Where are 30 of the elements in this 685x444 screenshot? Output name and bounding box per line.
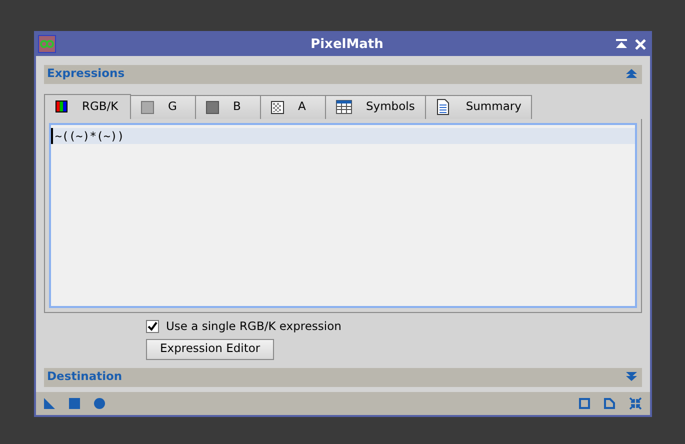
app-icon — [38, 35, 56, 54]
section-title: Destination — [47, 368, 122, 386]
circle-icon[interactable] — [94, 398, 105, 409]
table-icon — [336, 100, 352, 114]
swatch-icon — [206, 100, 219, 114]
triangle-icon[interactable] — [44, 398, 55, 409]
collapse-icon[interactable] — [629, 396, 642, 410]
window-title: PixelMath — [310, 36, 384, 54]
square-outline-icon[interactable] — [579, 398, 590, 409]
expression-editor-button[interactable]: Expression Editor — [146, 338, 274, 360]
rgb-swatch-icon — [55, 100, 68, 114]
checkerboard-icon — [271, 100, 284, 114]
swatch-icon — [141, 100, 154, 114]
tab[interactable]: Symbols — [326, 94, 426, 120]
close-icon[interactable] — [635, 38, 646, 50]
shade-icon[interactable] — [616, 39, 627, 50]
square-icon[interactable] — [69, 398, 80, 409]
tab[interactable]: Summary — [426, 94, 532, 120]
document-icon[interactable] — [604, 398, 615, 409]
checkbox[interactable] — [146, 320, 159, 334]
section-title: Expressions — [47, 65, 125, 82]
checkbox-label: Use a single RGB/K expression — [166, 318, 342, 335]
expand-arrows-icon[interactable] — [626, 372, 637, 382]
tab[interactable]: RGB/K — [44, 94, 131, 119]
document-icon — [436, 99, 452, 116]
code-editor[interactable]: ~((~)*(~)) — [49, 122, 637, 308]
tab[interactable]: B — [196, 94, 261, 120]
tab[interactable]: G — [131, 94, 196, 120]
tab[interactable]: A — [261, 94, 326, 120]
collapse-arrows-icon[interactable] — [626, 69, 637, 80]
